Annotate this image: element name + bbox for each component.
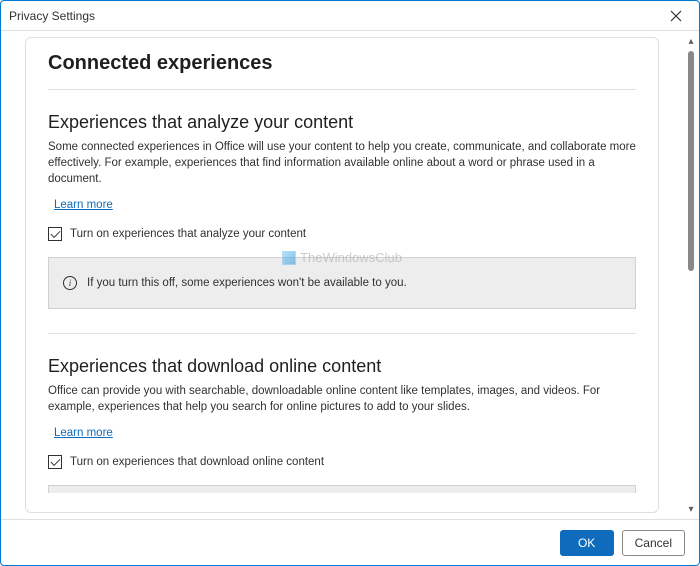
info-icon: i <box>63 276 77 290</box>
checkbox-download[interactable] <box>48 455 62 469</box>
checkbox-analyze[interactable] <box>48 227 62 241</box>
content-panel: Connected experiences Experiences that a… <box>25 37 659 513</box>
checkbox-analyze-label: Turn on experiences that analyze your co… <box>70 228 306 240</box>
section-download-heading: Experiences that download online content <box>48 356 636 377</box>
checkbox-row-download: Turn on experiences that download online… <box>48 455 636 469</box>
section-download-desc: Office can provide you with searchable, … <box>48 383 636 415</box>
close-icon <box>670 10 682 22</box>
checkbox-row-analyze: Turn on experiences that analyze your co… <box>48 227 636 241</box>
titlebar: Privacy Settings <box>1 1 699 31</box>
scroll-region: Connected experiences Experiences that a… <box>1 31 683 519</box>
section-divider <box>48 333 636 334</box>
info-text-analyze: If you turn this off, some experiences w… <box>87 277 407 289</box>
ok-button[interactable]: OK <box>560 530 614 556</box>
scrollbar-rail[interactable] <box>688 49 694 501</box>
checkbox-download-label: Turn on experiences that download online… <box>70 456 324 468</box>
section-analyze-heading: Experiences that analyze your content <box>48 112 636 133</box>
watermark-text: TheWindowsClub <box>300 250 402 265</box>
page-heading: Connected experiences <box>48 52 636 90</box>
watermark: TheWindowsClub <box>282 250 402 265</box>
cancel-button[interactable]: Cancel <box>622 530 685 556</box>
privacy-settings-window: Privacy Settings Connected experiences E… <box>0 0 700 566</box>
vertical-scrollbar[interactable]: ▴ ▾ <box>683 31 699 519</box>
scroll-up-arrow-icon[interactable]: ▴ <box>684 33 698 49</box>
learn-more-link-analyze[interactable]: Learn more <box>54 199 113 211</box>
section-analyze-desc: Some connected experiences in Office wil… <box>48 139 636 187</box>
close-button[interactable] <box>661 2 691 30</box>
info-box-download-partial <box>48 485 636 493</box>
window-title: Privacy Settings <box>9 9 95 23</box>
dialog-body: Connected experiences Experiences that a… <box>1 31 699 519</box>
info-box-analyze: TheWindowsClub i If you turn this off, s… <box>48 257 636 309</box>
watermark-icon <box>282 251 296 265</box>
scroll-down-arrow-icon[interactable]: ▾ <box>684 501 698 517</box>
learn-more-link-download[interactable]: Learn more <box>54 427 113 439</box>
scrollbar-thumb[interactable] <box>688 51 694 271</box>
dialog-footer: OK Cancel <box>1 519 699 565</box>
